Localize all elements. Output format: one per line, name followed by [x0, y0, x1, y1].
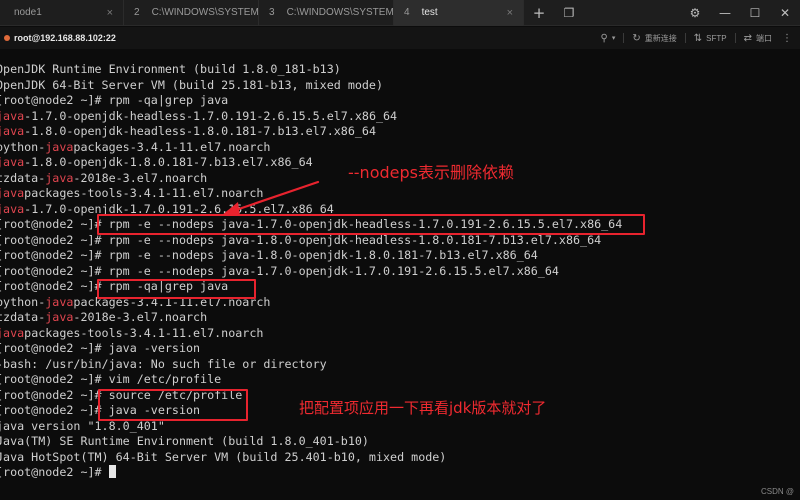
session-host: root@192.168.88.102:22 — [14, 33, 116, 43]
tab-title: test — [421, 7, 438, 18]
minimize-icon[interactable]: — — [710, 0, 740, 26]
terminal-text: -bash: /usr/bin/java: No such file or di… — [0, 356, 327, 371]
nodeps-annotation: --nodeps表示删除依赖 — [348, 163, 514, 182]
terminal-line: javapackages-tools-3.4.1-11.el7.noarch — [0, 185, 263, 201]
terminal-line: -bash: /usr/bin/java: No such file or di… — [0, 356, 327, 372]
terminal-line: javapackages-tools-3.4.1-11.el7.noarch — [0, 325, 263, 341]
terminal-line: python-javapackages-3.4.1-11.el7.noarch — [0, 139, 270, 155]
close-window-icon[interactable]: ✕ — [770, 0, 800, 26]
more-icon[interactable]: ⋮ — [782, 33, 792, 44]
toolbar-divider — [734, 33, 736, 43]
tab-number: 2 — [134, 7, 140, 18]
terminal-line: OpenJDK 64-Bit Server VM (build 25.181-b… — [0, 77, 383, 93]
tab-system-2[interactable]: 3 C:\WINDOWS\SYSTEM... — [259, 0, 394, 26]
connection-status-icon — [4, 35, 10, 41]
terminal-text: python- — [0, 139, 46, 154]
terminal-line: [root@node2 ~]# rpm -e --nodeps java-1.7… — [0, 263, 559, 279]
close-icon[interactable]: × — [107, 7, 113, 19]
reconnect-button[interactable]: 重新连接 — [645, 33, 677, 44]
match-highlight: java — [0, 186, 25, 200]
match-highlight: java — [0, 124, 25, 138]
terminal-line: [root@node2 ~]# rpm -qa|grep java — [0, 92, 228, 108]
terminal-text: python- — [0, 294, 46, 309]
match-highlight: java — [45, 310, 74, 324]
tab-title: node1 — [14, 7, 42, 18]
terminal-text: [root@node2 ~]# rpm -qa|grep java — [0, 93, 229, 107]
terminal-text: -2018e-3.el7.noarch — [73, 170, 208, 185]
terminal-text: -1.8.0-openjdk-headless-1.8.0.181-7.b13.… — [24, 124, 376, 138]
terminal-line: [root@node2 ~]# java -version — [0, 340, 200, 356]
tab-node1[interactable]: node1 × — [0, 0, 124, 26]
terminal-text: [root@node2 ~]# rpm -e --nodeps java-1.7… — [0, 263, 559, 278]
sftp-button[interactable]: SFTP — [706, 34, 726, 43]
tab-test[interactable]: 4 test × — [394, 0, 524, 26]
sftp-icon[interactable]: ⇅ — [694, 33, 702, 44]
terminal-line: java-1.8.0-openjdk-1.8.0.181-7.b13.el7.x… — [0, 154, 313, 170]
terminal-text: [root@node2 ~]# vim /etc/profile — [0, 372, 222, 386]
terminal-text: -1.7.0-openjdk-headless-1.7.0.191-2.6.15… — [24, 108, 398, 123]
terminal-text: tzdata- — [0, 310, 46, 324]
highlight-profile-commands — [98, 389, 248, 421]
toolbar-divider — [684, 33, 686, 43]
tab-title: C:\WINDOWS\SYSTEM... — [151, 7, 259, 18]
terminal-text: OpenJDK 64-Bit Server VM (build 25.181-b… — [0, 77, 384, 92]
terminal-text: [root@node2 ~]# java -version — [0, 341, 201, 355]
terminal-text: Java HotSpot(TM) 64-Bit Server VM (build… — [0, 449, 447, 464]
chevron-down-icon[interactable]: ▾ — [612, 34, 616, 42]
terminal-text: packages-tools-3.4.1-11.el7.noarch — [24, 325, 264, 340]
highlight-grep-command — [97, 279, 256, 299]
port-button[interactable]: 端口 — [756, 33, 772, 44]
terminal-line: [root@node2 ~]# rpm -e --nodeps java-1.8… — [0, 247, 538, 263]
terminal-text: packages-3.4.1-11.el7.noarch — [73, 139, 271, 154]
highlight-nodeps-command — [97, 214, 645, 235]
toolbar-divider — [623, 33, 625, 43]
tab-title: C:\WINDOWS\SYSTEM... — [286, 7, 394, 18]
terminal-text: [root@node2 ~]# rpm -e --nodeps java-1.8… — [0, 248, 538, 262]
port-icon[interactable]: ⇄ — [744, 33, 752, 44]
close-icon[interactable]: × — [507, 7, 513, 19]
terminal-text: packages-tools-3.4.1-11.el7.noarch — [24, 186, 264, 200]
terminal-line: java-1.7.0-openjdk-headless-1.7.0.191-2.… — [0, 108, 397, 124]
profile-annotation: 把配置项应用一下再看jdk版本就对了 — [299, 399, 547, 417]
tab-overview-icon[interactable]: ❐ — [554, 0, 584, 26]
terminal-line: [root@node2 ~]# vim /etc/profile — [0, 371, 221, 387]
watermark: CSDN @ — [760, 487, 794, 496]
terminal-line: tzdata-java-2018e-3.el7.noarch — [0, 170, 207, 186]
terminal-line: [root@node2 ~]# — [0, 464, 116, 480]
reconnect-icon[interactable]: ↻ — [632, 33, 640, 44]
terminal-cursor — [108, 465, 116, 478]
match-highlight: java — [45, 170, 74, 185]
terminal-line: java-1.8.0-openjdk-headless-1.8.0.181-7.… — [0, 123, 376, 139]
terminal-line: OpenJDK Runtime Environment (build 1.8.0… — [0, 61, 341, 77]
match-highlight: java — [45, 139, 74, 154]
tab-bar: node1 × 2 C:\WINDOWS\SYSTEM... 3 C:\WIND… — [0, 0, 800, 26]
terminal-text: -1.8.0-openjdk-1.8.0.181-7.b13.el7.x86_6… — [24, 155, 313, 169]
terminal-line: tzdata-java-2018e-3.el7.noarch — [0, 309, 207, 325]
match-highlight: java — [0, 155, 25, 169]
terminal-text: tzdata- — [0, 170, 46, 185]
terminal-line: Java HotSpot(TM) 64-Bit Server VM (build… — [0, 449, 446, 465]
match-highlight: java — [0, 325, 25, 340]
match-highlight: java — [0, 108, 25, 123]
terminal-text: Java(TM) SE Runtime Environment (build 1… — [0, 434, 369, 448]
new-tab-icon[interactable]: + — [524, 0, 554, 26]
terminal-line: Java(TM) SE Runtime Environment (build 1… — [0, 433, 369, 449]
session-toolbar: ⚲ ▾ ↻ 重新连接 ⇅ SFTP ⇄ 端口 ⋮ — [601, 27, 792, 49]
terminal-text: -2018e-3.el7.noarch — [73, 310, 208, 324]
tab-system-1[interactable]: 2 C:\WINDOWS\SYSTEM... — [124, 0, 259, 26]
tab-number: 4 — [404, 7, 410, 18]
settings-gear-icon[interactable]: ⚙ — [680, 0, 710, 26]
terminal-text: OpenJDK Runtime Environment (build 1.8.0… — [0, 62, 341, 76]
location-pin-icon[interactable]: ⚲ — [601, 33, 608, 44]
tab-number: 3 — [269, 7, 275, 18]
match-highlight: java — [0, 201, 25, 216]
session-header: root@192.168.88.102:22 ⚲ ▾ ↻ 重新连接 ⇅ SFTP… — [0, 27, 800, 49]
match-highlight: java — [45, 294, 74, 309]
maximize-icon[interactable]: ☐ — [740, 0, 770, 26]
terminal-text: [root@node2 ~]# — [0, 465, 109, 479]
